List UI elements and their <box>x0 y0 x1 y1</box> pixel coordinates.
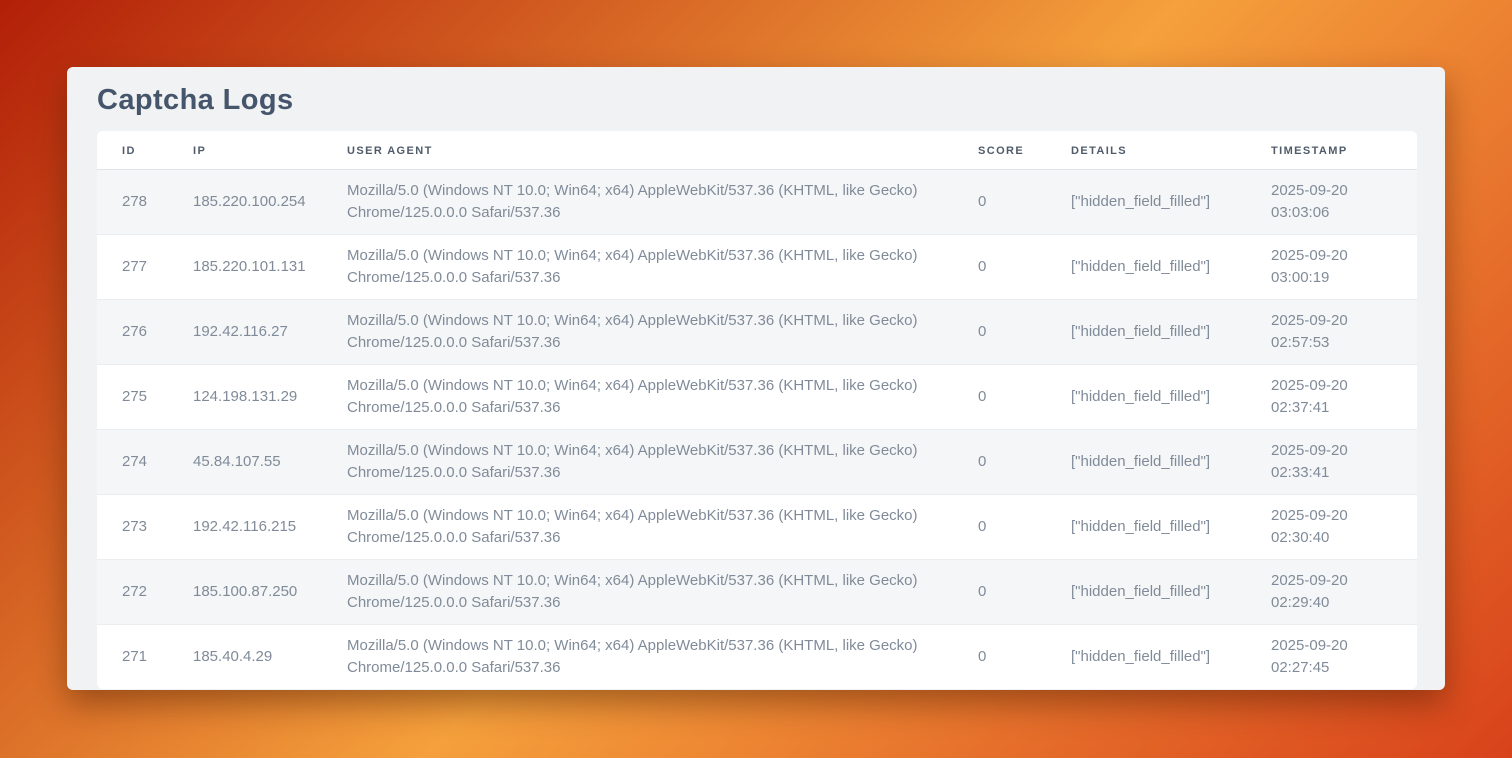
cell-timestamp: 2025-09-20 02:27:45 <box>1246 625 1417 689</box>
cell-score: 0 <box>953 365 1046 430</box>
cell-ip: 192.42.116.27 <box>168 300 322 365</box>
column-header-user_agent: USER AGENT <box>322 131 953 170</box>
cell-user_agent: Mozilla/5.0 (Windows NT 10.0; Win64; x64… <box>322 430 953 495</box>
cell-id: 274 <box>97 430 168 495</box>
cell-score: 0 <box>953 170 1046 235</box>
cell-id: 276 <box>97 300 168 365</box>
cell-timestamp: 2025-09-20 02:29:40 <box>1246 560 1417 625</box>
cell-ip: 185.100.87.250 <box>168 560 322 625</box>
cell-ip: 192.42.116.215 <box>168 495 322 560</box>
column-header-id: ID <box>97 131 168 170</box>
cell-ip: 45.84.107.55 <box>168 430 322 495</box>
cell-score: 0 <box>953 625 1046 689</box>
captcha-logs-table-container: IDIPUSER AGENTSCOREDETAILSTIMESTAMP 2781… <box>97 131 1417 689</box>
cell-user_agent: Mozilla/5.0 (Windows NT 10.0; Win64; x64… <box>322 365 953 430</box>
table-row: 273192.42.116.215Mozilla/5.0 (Windows NT… <box>97 495 1417 560</box>
cell-user_agent: Mozilla/5.0 (Windows NT 10.0; Win64; x64… <box>322 235 953 300</box>
table-row: 276192.42.116.27Mozilla/5.0 (Windows NT … <box>97 300 1417 365</box>
cell-id: 275 <box>97 365 168 430</box>
table-row: 271185.40.4.29Mozilla/5.0 (Windows NT 10… <box>97 625 1417 689</box>
cell-details: ["hidden_field_filled"] <box>1046 560 1246 625</box>
page-background: { "page": { "title": "Captcha Logs" }, "… <box>0 0 1512 758</box>
cell-score: 0 <box>953 560 1046 625</box>
cell-user_agent: Mozilla/5.0 (Windows NT 10.0; Win64; x64… <box>322 560 953 625</box>
column-header-score: SCORE <box>953 131 1046 170</box>
cell-timestamp: 2025-09-20 02:37:41 <box>1246 365 1417 430</box>
cell-details: ["hidden_field_filled"] <box>1046 235 1246 300</box>
cell-ip: 124.198.131.29 <box>168 365 322 430</box>
cell-timestamp: 2025-09-20 02:57:53 <box>1246 300 1417 365</box>
cell-details: ["hidden_field_filled"] <box>1046 430 1246 495</box>
captcha-logs-card: Captcha Logs IDIPUSER AGENTSCOREDETAILST… <box>67 67 1445 690</box>
cell-score: 0 <box>953 300 1046 365</box>
cell-id: 273 <box>97 495 168 560</box>
table-row: 27445.84.107.55Mozilla/5.0 (Windows NT 1… <box>97 430 1417 495</box>
cell-timestamp: 2025-09-20 02:30:40 <box>1246 495 1417 560</box>
cell-ip: 185.40.4.29 <box>168 625 322 689</box>
table-header-row: IDIPUSER AGENTSCOREDETAILSTIMESTAMP <box>97 131 1417 170</box>
table-row: 275124.198.131.29Mozilla/5.0 (Windows NT… <box>97 365 1417 430</box>
cell-user_agent: Mozilla/5.0 (Windows NT 10.0; Win64; x64… <box>322 625 953 689</box>
page-title: Captcha Logs <box>97 80 1415 120</box>
cell-user_agent: Mozilla/5.0 (Windows NT 10.0; Win64; x64… <box>322 495 953 560</box>
cell-score: 0 <box>953 495 1046 560</box>
cell-user_agent: Mozilla/5.0 (Windows NT 10.0; Win64; x64… <box>322 300 953 365</box>
cell-score: 0 <box>953 235 1046 300</box>
table-row: 278185.220.100.254Mozilla/5.0 (Windows N… <box>97 170 1417 235</box>
cell-details: ["hidden_field_filled"] <box>1046 625 1246 689</box>
column-header-ip: IP <box>168 131 322 170</box>
table-body: 278185.220.100.254Mozilla/5.0 (Windows N… <box>97 170 1417 689</box>
cell-ip: 185.220.100.254 <box>168 170 322 235</box>
cell-details: ["hidden_field_filled"] <box>1046 365 1246 430</box>
table-row: 277185.220.101.131Mozilla/5.0 (Windows N… <box>97 235 1417 300</box>
cell-details: ["hidden_field_filled"] <box>1046 300 1246 365</box>
table-row: 272185.100.87.250Mozilla/5.0 (Windows NT… <box>97 560 1417 625</box>
captcha-logs-table: IDIPUSER AGENTSCOREDETAILSTIMESTAMP 2781… <box>97 131 1417 689</box>
cell-timestamp: 2025-09-20 02:33:41 <box>1246 430 1417 495</box>
cell-id: 278 <box>97 170 168 235</box>
cell-id: 271 <box>97 625 168 689</box>
cell-ip: 185.220.101.131 <box>168 235 322 300</box>
cell-user_agent: Mozilla/5.0 (Windows NT 10.0; Win64; x64… <box>322 170 953 235</box>
cell-details: ["hidden_field_filled"] <box>1046 495 1246 560</box>
cell-timestamp: 2025-09-20 03:00:19 <box>1246 235 1417 300</box>
cell-score: 0 <box>953 430 1046 495</box>
column-header-details: DETAILS <box>1046 131 1246 170</box>
cell-timestamp: 2025-09-20 03:03:06 <box>1246 170 1417 235</box>
cell-details: ["hidden_field_filled"] <box>1046 170 1246 235</box>
cell-id: 277 <box>97 235 168 300</box>
cell-id: 272 <box>97 560 168 625</box>
column-header-timestamp: TIMESTAMP <box>1246 131 1417 170</box>
